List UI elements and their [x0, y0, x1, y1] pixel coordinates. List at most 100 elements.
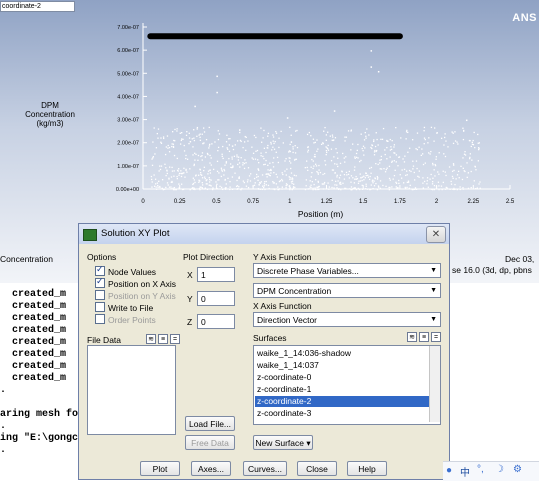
curves-button[interactable]: Curves... [243, 461, 287, 476]
write-to-file-checkbox[interactable]: Write to File [95, 302, 153, 313]
data-point [375, 132, 377, 134]
data-point [170, 188, 172, 190]
data-point [278, 180, 281, 183]
data-point [392, 178, 394, 180]
deselect-all-icon[interactable]: = [170, 334, 180, 344]
data-point [155, 186, 157, 188]
close-button[interactable]: Close [297, 461, 337, 476]
z-direction-input[interactable]: 0 [197, 314, 235, 329]
data-point [267, 169, 269, 171]
data-point [178, 187, 180, 189]
data-point [166, 169, 168, 171]
data-point [456, 174, 459, 176]
data-point [275, 130, 277, 133]
file-data-list[interactable] [87, 345, 176, 435]
data-point [440, 137, 443, 139]
data-point [412, 165, 415, 167]
data-point [231, 145, 234, 147]
console-line: created_m [0, 337, 67, 348]
moon-icon[interactable]: ☽ [495, 464, 504, 475]
plot-button[interactable]: Plot [140, 461, 180, 476]
data-point [238, 176, 241, 178]
deselect-all-icon[interactable]: = [431, 332, 441, 342]
select-all-icon[interactable]: ≋ [407, 332, 417, 342]
surface-list-item[interactable]: z-coordinate-2 [255, 396, 429, 407]
data-point [464, 154, 467, 156]
data-point [474, 146, 476, 149]
data-point [422, 187, 424, 189]
surface-list-item[interactable]: z-coordinate-3 [255, 408, 429, 419]
surface-list-item[interactable]: z-coordinate-0 [255, 372, 429, 383]
select-list-icon[interactable]: ≡ [419, 332, 429, 342]
data-point [310, 184, 312, 186]
checkbox-box[interactable] [95, 276, 105, 288]
help-button[interactable]: Help [347, 461, 387, 476]
data-point [384, 171, 387, 173]
data-point [443, 153, 445, 155]
y-axis-variable-dropdown[interactable]: DPM Concentration ▼ [253, 283, 441, 298]
close-icon[interactable]: ✕ [426, 226, 446, 243]
data-point [281, 186, 283, 188]
data-point [199, 168, 201, 170]
y-axis-category-dropdown[interactable]: Discrete Phase Variables... ▼ [253, 263, 441, 278]
paw-icon[interactable]: ● [446, 465, 452, 476]
data-point [331, 186, 333, 189]
surfaces-list[interactable]: waike_1_14:036-shadow waike_1_14:037 z-coo… [253, 345, 441, 425]
data-point [151, 181, 153, 183]
data-point [168, 186, 171, 188]
data-point [199, 186, 201, 188]
data-point [171, 145, 173, 148]
data-point [336, 176, 338, 178]
data-point [324, 126, 326, 129]
load-file-button[interactable]: Load File... [185, 416, 235, 431]
surface-list-item[interactable]: waike_1_14:037 [255, 360, 429, 371]
surfaces-scrollbar[interactable] [429, 346, 440, 422]
select-list-icon[interactable]: ≡ [158, 334, 168, 344]
axes-button[interactable]: Axes... [191, 461, 231, 476]
data-point [240, 140, 242, 143]
data-point [183, 150, 186, 152]
data-point [317, 148, 319, 150]
data-point [379, 162, 381, 164]
position-x-axis-checkbox[interactable]: Position on X Axis [95, 276, 176, 289]
node-values-checkbox[interactable]: Node Values [95, 264, 156, 277]
y-direction-input[interactable]: 0 [197, 291, 235, 306]
settings-icon[interactable]: ⚙ [513, 464, 522, 475]
surface-list-item[interactable]: z-coordinate-1 [255, 384, 429, 395]
data-point [388, 177, 391, 180]
data-point [198, 181, 200, 183]
data-point [335, 148, 337, 150]
data-point [410, 170, 412, 173]
surface-list-item[interactable]: waike_1_14:036-shadow [255, 348, 429, 359]
data-point [242, 162, 244, 164]
data-point [197, 174, 200, 176]
data-point [274, 188, 276, 191]
select-all-icon[interactable]: ≋ [146, 334, 156, 344]
data-point [370, 188, 372, 190]
data-point [310, 176, 312, 178]
data-point [204, 176, 206, 178]
data-point [382, 127, 385, 130]
data-point [268, 174, 270, 176]
data-point [400, 177, 403, 179]
data-point [434, 175, 436, 177]
solution-xy-plot-dialog: Solution XY Plot ✕ Options Node Values P… [78, 223, 450, 480]
new-surface-button[interactable]: New Surface ▾ [253, 435, 313, 450]
data-point [199, 172, 202, 174]
data-point [294, 186, 296, 189]
data-point [158, 170, 160, 172]
checkbox-box[interactable] [95, 302, 105, 312]
data-point [471, 159, 473, 161]
y-axis-function-label: Y Axis Function [253, 252, 312, 262]
dialog-titlebar[interactable]: Solution XY Plot ✕ [79, 224, 449, 244]
data-point [159, 185, 161, 188]
data-point [289, 188, 291, 191]
checkbox-box[interactable] [95, 264, 105, 276]
dot-icon[interactable]: °, [477, 464, 484, 475]
data-point [206, 188, 209, 191]
data-point [159, 165, 161, 167]
x-direction-input[interactable]: 1 [197, 267, 235, 282]
x-axis-function-dropdown[interactable]: Direction Vector ▼ [253, 312, 441, 327]
fluent-app-icon [83, 229, 97, 241]
ime-icon[interactable]: 中 [460, 464, 470, 479]
